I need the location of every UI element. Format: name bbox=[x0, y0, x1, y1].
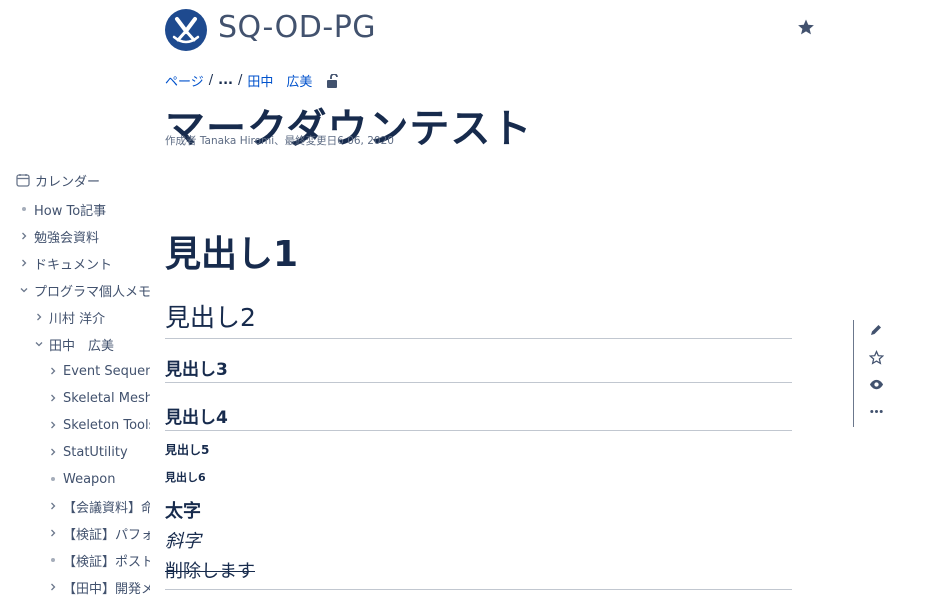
breadcrumb-separator: / bbox=[208, 73, 214, 88]
page-actions-bar bbox=[853, 320, 894, 427]
sidebar-item-label: プログラマ個人メモ bbox=[34, 284, 150, 300]
sidebar-item-label: 【田中】開発メモ bbox=[63, 581, 150, 597]
chevron-right-icon[interactable] bbox=[47, 527, 59, 539]
breadcrumb-ellipsis[interactable]: ... bbox=[218, 73, 233, 88]
sidebar-tree-item[interactable]: Event Sequencer bbox=[47, 360, 150, 382]
breadcrumb-parent[interactable]: 田中 広美 bbox=[247, 71, 312, 90]
sidebar-tree-item[interactable]: ドキュメント bbox=[18, 252, 112, 274]
more-icon[interactable] bbox=[868, 403, 884, 419]
breadcrumb-separator: / bbox=[237, 73, 243, 88]
sidebar-tree-item[interactable]: 【検証】パフォーマンス bbox=[47, 522, 150, 544]
unlock-icon[interactable] bbox=[326, 72, 339, 88]
sidebar-item-label: 【検証】パフォーマンス bbox=[63, 527, 150, 543]
sidebar-item-calendar[interactable]: カレンダー bbox=[16, 169, 100, 191]
chevron-right-icon[interactable] bbox=[47, 581, 59, 593]
watch-icon[interactable] bbox=[868, 376, 884, 392]
bullet-icon bbox=[18, 203, 30, 215]
sidebar-item-label: 田中 広美 bbox=[49, 338, 115, 354]
sidebar-tree: カレンダー How To記事 勉強会資料ドキュメントプログラマ個人メモ川村 洋介田… bbox=[0, 168, 150, 603]
bullet-icon bbox=[47, 473, 59, 485]
star-icon[interactable] bbox=[868, 349, 884, 365]
sidebar-item-label: 【検証】ポストプロセス bbox=[63, 554, 150, 570]
chevron-right-icon[interactable] bbox=[18, 257, 30, 269]
sidebar-item-label: StatUtility bbox=[63, 444, 128, 460]
sidebar-item-label: 勉強会資料 bbox=[34, 230, 100, 246]
chevron-right-icon[interactable] bbox=[47, 446, 59, 458]
heading-3: 見出し3 bbox=[165, 355, 792, 383]
chevron-right-icon[interactable] bbox=[47, 419, 59, 431]
sidebar-item-label: 【会議資料】命名規則 bbox=[63, 500, 150, 516]
bold-text: 太字 bbox=[165, 501, 201, 522]
edit-icon[interactable] bbox=[868, 322, 884, 338]
breadcrumb: ページ / ... / 田中 広美 bbox=[165, 71, 339, 90]
chevron-right-icon[interactable] bbox=[47, 365, 59, 377]
sidebar-item-label: Weapon bbox=[63, 471, 116, 487]
calendar-icon bbox=[16, 174, 30, 187]
sidebar-tree-item[interactable]: StatUtility bbox=[47, 441, 128, 463]
bullet-icon bbox=[47, 554, 59, 566]
sidebar-tree-item[interactable]: Skeleton Tools bbox=[47, 414, 150, 436]
page-byline: 作成者 Tanaka Hiromi、最終変更日6 06, 2020 bbox=[165, 135, 394, 147]
strikethrough-text: 削除します bbox=[165, 561, 255, 582]
space-title[interactable]: SQ-OD-PG bbox=[218, 10, 376, 45]
heading-6: 見出し6 bbox=[165, 471, 206, 484]
chevron-down-icon[interactable] bbox=[33, 338, 45, 350]
sidebar-tree-item[interactable]: How To記事 bbox=[18, 198, 106, 220]
space-logo-icon[interactable] bbox=[165, 9, 207, 51]
sidebar-item-label: 川村 洋介 bbox=[49, 311, 106, 327]
sidebar-item-label: Skeleton Tools bbox=[63, 417, 150, 433]
heading-5: 見出し5 bbox=[165, 443, 210, 457]
star-icon[interactable] bbox=[797, 18, 815, 36]
chevron-right-icon[interactable] bbox=[33, 311, 45, 323]
sidebar-tree-item[interactable]: 【検証】ポストプロセス bbox=[47, 549, 150, 571]
sidebar-tree-item[interactable]: Weapon bbox=[47, 468, 116, 490]
chevron-down-icon[interactable] bbox=[18, 284, 30, 296]
sidebar-item-label: How To記事 bbox=[34, 203, 107, 219]
chevron-right-icon[interactable] bbox=[47, 500, 59, 512]
sidebar-tree-item[interactable]: 【会議資料】命名規則 bbox=[47, 495, 150, 517]
chevron-right-icon[interactable] bbox=[18, 230, 30, 242]
sidebar-tree-item[interactable]: プログラマ個人メモ bbox=[18, 279, 150, 301]
sidebar-tree-item[interactable]: 田中 広美 bbox=[33, 333, 114, 355]
horizontal-rule bbox=[165, 589, 792, 590]
sidebar-tree-item[interactable]: 川村 洋介 bbox=[33, 306, 105, 328]
sidebar-tree-item[interactable]: 【田中】開発メモ bbox=[47, 576, 150, 598]
heading-2: 見出し2 bbox=[165, 298, 792, 339]
breadcrumb-pages[interactable]: ページ bbox=[165, 71, 204, 90]
sidebar-item-label: Event Sequencer bbox=[63, 363, 150, 379]
sidebar-item-label: Skeletal Mesh Viewer bbox=[63, 390, 150, 406]
heading-4: 見出し4 bbox=[165, 403, 792, 431]
sidebar-item-label: ドキュメント bbox=[34, 257, 113, 273]
heading-1: 見出し1 bbox=[165, 234, 299, 275]
sidebar-item-label: カレンダー bbox=[35, 174, 101, 190]
sidebar-tree-item[interactable]: Skeletal Mesh Viewer bbox=[47, 387, 150, 409]
chevron-right-icon[interactable] bbox=[47, 392, 59, 404]
italic-text: 斜字 bbox=[165, 531, 201, 552]
sidebar-tree-item[interactable]: 勉強会資料 bbox=[18, 225, 99, 247]
